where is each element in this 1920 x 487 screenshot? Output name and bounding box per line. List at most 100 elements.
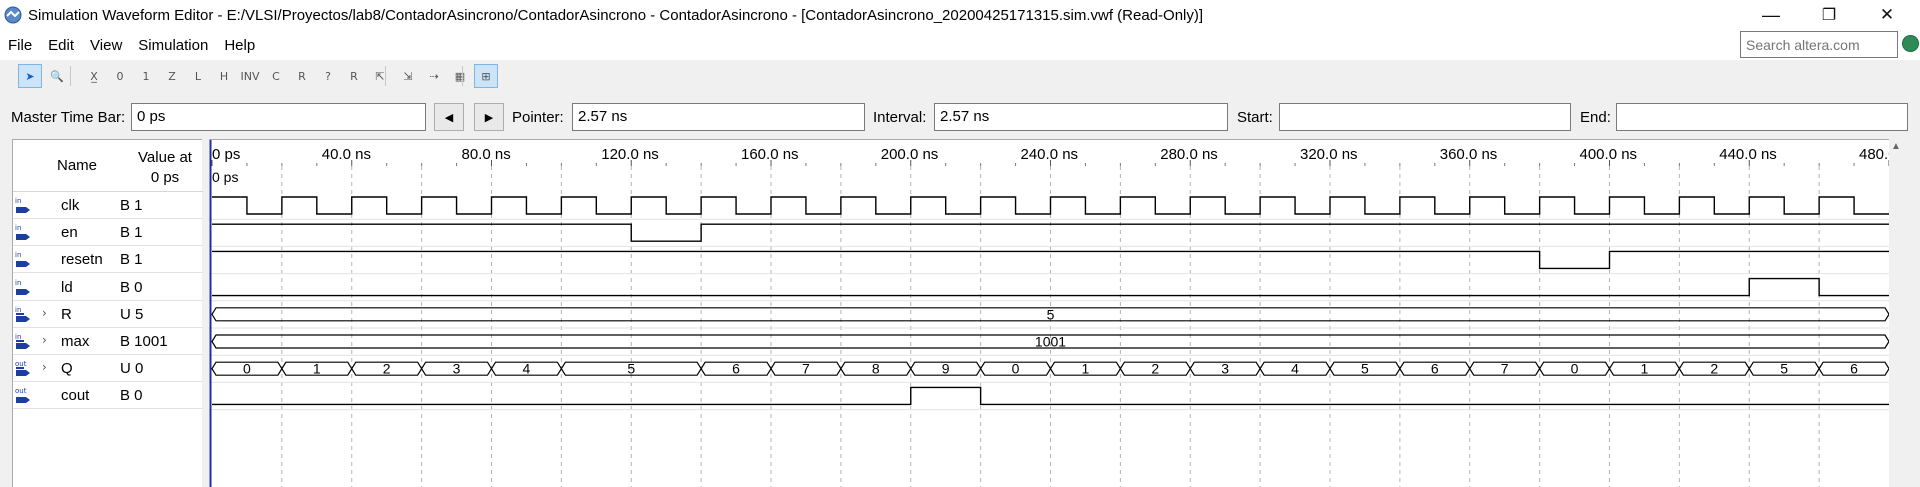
- menu-edit[interactable]: Edit: [40, 37, 82, 54]
- scroll-up-icon[interactable]: ▲: [1891, 141, 1901, 152]
- menu-simulation[interactable]: Simulation: [130, 37, 216, 54]
- toolbar-separator: [70, 66, 71, 86]
- svg-text:in: in: [15, 279, 21, 287]
- Q-bus-value-label: 1: [1641, 361, 1649, 377]
- Q-bus-value-label: 2: [383, 361, 391, 377]
- zoom-icon[interactable]: 🔍: [45, 64, 69, 88]
- Q-bus-value-label: 5: [1780, 361, 1788, 377]
- stretch-icon[interactable]: ▦: [448, 64, 472, 88]
- count-value-icon[interactable]: C: [264, 64, 288, 88]
- select-pointer-icon[interactable]: ➤: [18, 64, 42, 88]
- ruler-tick-label: 40.0 ns: [322, 146, 371, 163]
- search-input[interactable]: [1740, 31, 1898, 58]
- input-pin-icon: in: [15, 197, 30, 213]
- input-pin-icon: in: [15, 306, 30, 322]
- signal-row-ld[interactable]: in ld B 0: [13, 274, 203, 301]
- cursor-time-label: 0 ps: [212, 169, 238, 185]
- ruler-tick-label: 160.0 ns: [741, 146, 799, 163]
- weak-low-icon[interactable]: L: [186, 64, 210, 88]
- close-button[interactable]: ✕: [1864, 0, 1910, 30]
- end-input[interactable]: [1616, 103, 1908, 131]
- Q-bus-value-label: 5: [1361, 361, 1369, 377]
- random-values-icon[interactable]: ?: [316, 64, 340, 88]
- globe-icon[interactable]: [1902, 35, 1919, 52]
- signal-name: clk: [61, 197, 80, 214]
- signal-name: Q: [61, 360, 73, 378]
- signal-row-q[interactable]: out › Q U 0: [13, 355, 203, 383]
- signal-row-resetn[interactable]: in resetn B 1: [13, 246, 203, 274]
- end-label: End:: [1580, 109, 1611, 126]
- signal-row-r[interactable]: in › R U 5: [13, 301, 203, 328]
- interval-input[interactable]: 2.57 ns: [934, 103, 1228, 131]
- output-pin-icon: out: [15, 387, 30, 404]
- Q-bus-value-label: 7: [1501, 361, 1509, 377]
- Q-bus-value-label: 4: [1291, 361, 1299, 377]
- waveform-canvas[interactable]: 0 ps 40.0 ns 80.0 ns 120.0 ns 160.0 ns 200.0 …: [209, 140, 1889, 487]
- window-title: Simulation Waveform Editor - E:/VLSI/Pro…: [28, 6, 1204, 24]
- start-input[interactable]: [1279, 103, 1571, 131]
- signal-row-cout[interactable]: out cout B 0: [13, 382, 203, 410]
- Q-bus-value-label: 5: [627, 361, 635, 377]
- Q-bus-value-label: 3: [1221, 361, 1229, 377]
- signal-value: B 0: [120, 387, 143, 405]
- value-column-header[interactable]: Value at 0 ps: [131, 148, 199, 188]
- input-pin-icon: in: [15, 333, 30, 349]
- grid-icon[interactable]: ⊞: [474, 64, 498, 88]
- waveform-panel[interactable]: 0 ps 40.0 ns 80.0 ns 120.0 ns 160.0 ns 200.0 …: [209, 139, 1889, 487]
- menu-help[interactable]: Help: [216, 37, 263, 54]
- prev-transition-button[interactable]: ◀: [434, 103, 464, 131]
- minimize-button[interactable]: —: [1748, 0, 1794, 30]
- Q-bus-value-label: 2: [1710, 361, 1718, 377]
- next-transition-button[interactable]: ▶: [474, 103, 504, 131]
- toolbar-separator: [462, 66, 463, 86]
- signal-list-header: Name Value at 0 ps: [13, 140, 203, 192]
- ruler-tick-label: 0 ps: [212, 146, 240, 163]
- Q-bus-value-label: 0: [1571, 361, 1579, 377]
- forcing-high-icon[interactable]: 1: [134, 64, 158, 88]
- pointer-input[interactable]: 2.57 ns: [572, 103, 865, 131]
- signal-name: R: [61, 305, 72, 323]
- signal-row-clk[interactable]: in clk B 1: [13, 192, 203, 219]
- high-impedance-icon[interactable]: Z: [160, 64, 184, 88]
- menu-file[interactable]: File: [0, 37, 40, 54]
- Q-bus-value-label: 0: [243, 361, 251, 377]
- Q-bus-value-label: 9: [942, 361, 950, 377]
- interval-label: Interval:: [873, 109, 927, 126]
- ruler-tick-label: 320.0 ns: [1300, 146, 1358, 163]
- menu-view[interactable]: View: [82, 37, 130, 54]
- Q-bus-value-label: 6: [1431, 361, 1439, 377]
- signal-value: B 0: [120, 278, 143, 296]
- name-column-header[interactable]: Name: [57, 157, 97, 174]
- arrange-transitions-icon[interactable]: ⇢: [422, 64, 446, 88]
- chevron-left-icon: ◀: [444, 111, 454, 124]
- ruler-tick-label: 280.0 ns: [1160, 146, 1218, 163]
- dont-care-icon[interactable]: R: [342, 64, 366, 88]
- snap-to-grid-icon[interactable]: ⇲: [396, 64, 420, 88]
- weak-high-icon[interactable]: H: [212, 64, 236, 88]
- master-time-bar-input[interactable]: 0 ps: [131, 103, 426, 131]
- signal-row-en[interactable]: in en B 1: [13, 219, 203, 247]
- vertical-scrollbar[interactable]: ▲: [1889, 139, 1903, 487]
- value-header-line1: Value at: [138, 149, 192, 166]
- signal-value: B 1: [120, 251, 143, 269]
- signal-value: B 1: [120, 224, 143, 242]
- ruler-tick-label: 240.0 ns: [1021, 146, 1079, 163]
- start-label: Start:: [1237, 109, 1273, 126]
- expand-chevron-icon[interactable]: ›: [42, 333, 47, 347]
- Q-bus-value-label: 1: [1082, 361, 1090, 377]
- overwrite-clock-icon[interactable]: R: [290, 64, 314, 88]
- overwrite-with-value-icon[interactable]: ⇱: [368, 64, 392, 88]
- invert-icon[interactable]: INV: [238, 64, 262, 88]
- Q-bus-value-label: 6: [732, 361, 740, 377]
- forcing-low-icon[interactable]: 0: [108, 64, 132, 88]
- expand-chevron-icon[interactable]: ›: [42, 360, 47, 374]
- Q-bus-value-label: 0: [1012, 361, 1020, 377]
- menu-bar: File Edit View Simulation Help: [0, 30, 1920, 60]
- signal-list-panel: Name Value at 0 ps in clk B 1 in en B 1 in rese…: [12, 139, 203, 487]
- forcing-unknown-icon[interactable]: X̲: [82, 64, 106, 88]
- expand-chevron-icon[interactable]: ›: [42, 306, 47, 320]
- signal-name: ld: [61, 278, 73, 296]
- signal-name: max: [61, 333, 90, 350]
- restore-button[interactable]: ❐: [1806, 0, 1852, 30]
- signal-row-max[interactable]: in › max B 1001: [13, 328, 203, 355]
